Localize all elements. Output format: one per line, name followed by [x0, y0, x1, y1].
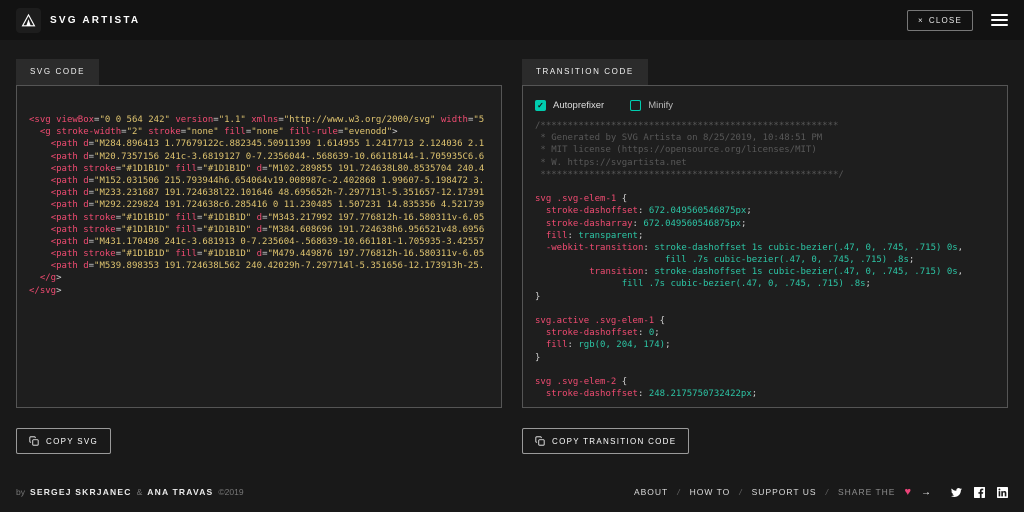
credits-by: by — [16, 487, 25, 497]
code-line: </g> — [39, 273, 62, 284]
footer-links: ABOUT / HOW TO / SUPPORT US / SHARE THE … — [634, 485, 1008, 498]
separator: / — [677, 487, 681, 497]
linkedin-icon[interactable] — [997, 486, 1008, 498]
autoprefixer-label: Autoprefixer — [553, 100, 605, 111]
svg-code-panel: SVG CODE <svg viewBox="0 0 564 242" vers… — [16, 59, 502, 454]
close-button[interactable]: × CLOSE — [907, 9, 973, 31]
tab-transition-code: TRANSITION CODE — [522, 59, 648, 85]
share-link[interactable]: SHARE THE — [838, 487, 896, 497]
code-line: * Generated by SVG Artista on 8/25/2019,… — [535, 133, 823, 144]
code-line: <path d="M539.898353 191.724638L562 240.… — [50, 261, 485, 272]
code-line: <svg viewBox="0 0 564 242" version="1.1"… — [29, 115, 485, 125]
code-line: <path stroke="#1D1B1D" fill="#1D1B1D" d=… — [50, 212, 485, 223]
footer: by SERGEJ SKRJANEC & ANA TRAVAS ©2019 AB… — [0, 472, 1024, 512]
transition-code-panel: TRANSITION CODE Autoprefixer Minify /***… — [522, 59, 1008, 454]
close-button-label: CLOSE — [928, 15, 962, 25]
code-line: fill .7s cubic-bezier(.47, 0, .745, .715… — [665, 255, 915, 266]
logo-icon — [16, 7, 41, 33]
code-line: stroke-dashoffset: 672.049560546875px; — [545, 206, 752, 217]
copy-transition-code-label: COPY TRANSITION CODE — [552, 436, 677, 446]
checkbox-checked-icon[interactable] — [535, 100, 546, 111]
copy-svg-button[interactable]: COPY SVG — [16, 428, 112, 454]
code-line: </svg> — [29, 285, 62, 296]
transition-code[interactable]: /***************************************… — [523, 113, 1007, 407]
app-title: SVG ARTISTA — [50, 14, 141, 26]
copy-transition-code-button[interactable]: COPY TRANSITION CODE — [522, 428, 690, 454]
checkbox-unchecked-icon[interactable] — [630, 100, 642, 111]
autoprefixer-checkbox[interactable]: Autoprefixer — [535, 100, 604, 111]
code-line: * MIT license (https://opensource.org/li… — [535, 145, 817, 156]
code-line: ****************************************… — [535, 169, 844, 180]
code-line: fill: rgb(0, 204, 174); — [545, 340, 671, 351]
code-line: stroke-dashoffset: 248.2175750732422px; — [545, 389, 758, 400]
svg-code[interactable]: <svg viewBox="0 0 564 242" version="1.1"… — [17, 86, 501, 309]
about-link[interactable]: ABOUT — [634, 487, 668, 497]
copy-icon — [535, 436, 545, 446]
code-line: <path stroke="#1D1B1D" fill="#1D1B1D" d=… — [50, 249, 485, 260]
tab-svg-code: SVG CODE — [16, 59, 100, 85]
code-line: <path d="M431.170498 241c-3.681913 0-7.2… — [50, 236, 485, 247]
credits-amp: & — [136, 487, 143, 497]
support-us-link[interactable]: SUPPORT US — [752, 487, 817, 497]
code-line: } — [535, 291, 541, 302]
code-line: <path d="M292.229824 191.724638c6.285416… — [50, 200, 485, 211]
copy-icon — [29, 436, 39, 446]
separator: / — [825, 487, 829, 497]
code-line: svg .svg-elem-2 { — [535, 376, 628, 387]
svg-artista-app: SVG ARTISTA × CLOSE SVG CODE <svg viewBo… — [0, 0, 1024, 512]
code-line: <g stroke-width="2" stroke="none" fill="… — [39, 127, 398, 138]
author-link-sergej[interactable]: SERGEJ SKRJANEC — [30, 487, 132, 497]
header: SVG ARTISTA × CLOSE — [0, 0, 1024, 40]
author-link-ana[interactable]: ANA TRAVAS — [147, 487, 213, 497]
code-line: transition: stroke-dashoffset 1s cubic-b… — [589, 267, 964, 278]
twitter-icon[interactable] — [951, 487, 962, 498]
facebook-icon[interactable] — [974, 486, 985, 498]
code-line: /***************************************… — [535, 121, 839, 131]
code-line: <path stroke="#1D1B1D" fill="#1D1B1D" d=… — [50, 163, 485, 174]
code-line: -webkit-transition: stroke-dashoffset 1s… — [545, 242, 964, 253]
copy-svg-label: COPY SVG — [46, 436, 99, 446]
code-line: } — [535, 352, 541, 363]
minify-label: Minify — [648, 100, 674, 111]
copyright-year: ©2019 — [218, 487, 244, 497]
header-actions: × CLOSE — [907, 9, 1008, 31]
credits: by SERGEJ SKRJANEC & ANA TRAVAS ©2019 — [16, 487, 244, 497]
transition-code-editor[interactable]: Autoprefixer Minify /*******************… — [522, 85, 1008, 408]
minify-checkbox[interactable]: Minify — [630, 100, 673, 111]
code-line: svg.active .svg-elem-1 { — [535, 316, 666, 326]
svg-code-editor[interactable]: <svg viewBox="0 0 564 242" version="1.1"… — [16, 85, 502, 408]
heart-icon: ♥ — [904, 485, 912, 498]
code-line: stroke-dashoffset: 0; — [545, 328, 660, 339]
code-options: Autoprefixer Minify — [523, 86, 1007, 113]
how-to-link[interactable]: HOW TO — [690, 487, 731, 497]
code-line: svg .svg-elem-1 { — [535, 194, 628, 205]
code-line: <path d="M233.231687 191.724638l22.10164… — [50, 188, 485, 199]
code-line: <path d="M284.896413 1.77679122c.882345.… — [50, 139, 485, 150]
code-line: stroke-dasharray: 672.049560546875px; — [545, 218, 747, 229]
code-line: * W. https://svgartista.net — [535, 157, 687, 168]
arrow-right-icon: → — [921, 486, 932, 498]
code-line: <path stroke="#1D1B1D" fill="#1D1B1D" d=… — [50, 224, 485, 235]
code-line: <path d="M152.031506 215.793944h6.654064… — [50, 175, 485, 186]
separator: / — [739, 487, 743, 497]
logo: SVG ARTISTA — [16, 7, 141, 33]
close-icon: × — [918, 15, 924, 25]
code-line: fill: transparent; — [545, 230, 644, 241]
code-line: <path d="M20.7357156 241c-3.6819127 0-7.… — [50, 151, 485, 162]
menu-icon[interactable] — [991, 14, 1008, 26]
social-icons — [951, 486, 1008, 498]
code-line: fill .7s cubic-bezier(.47, 0, .745, .715… — [621, 279, 871, 290]
